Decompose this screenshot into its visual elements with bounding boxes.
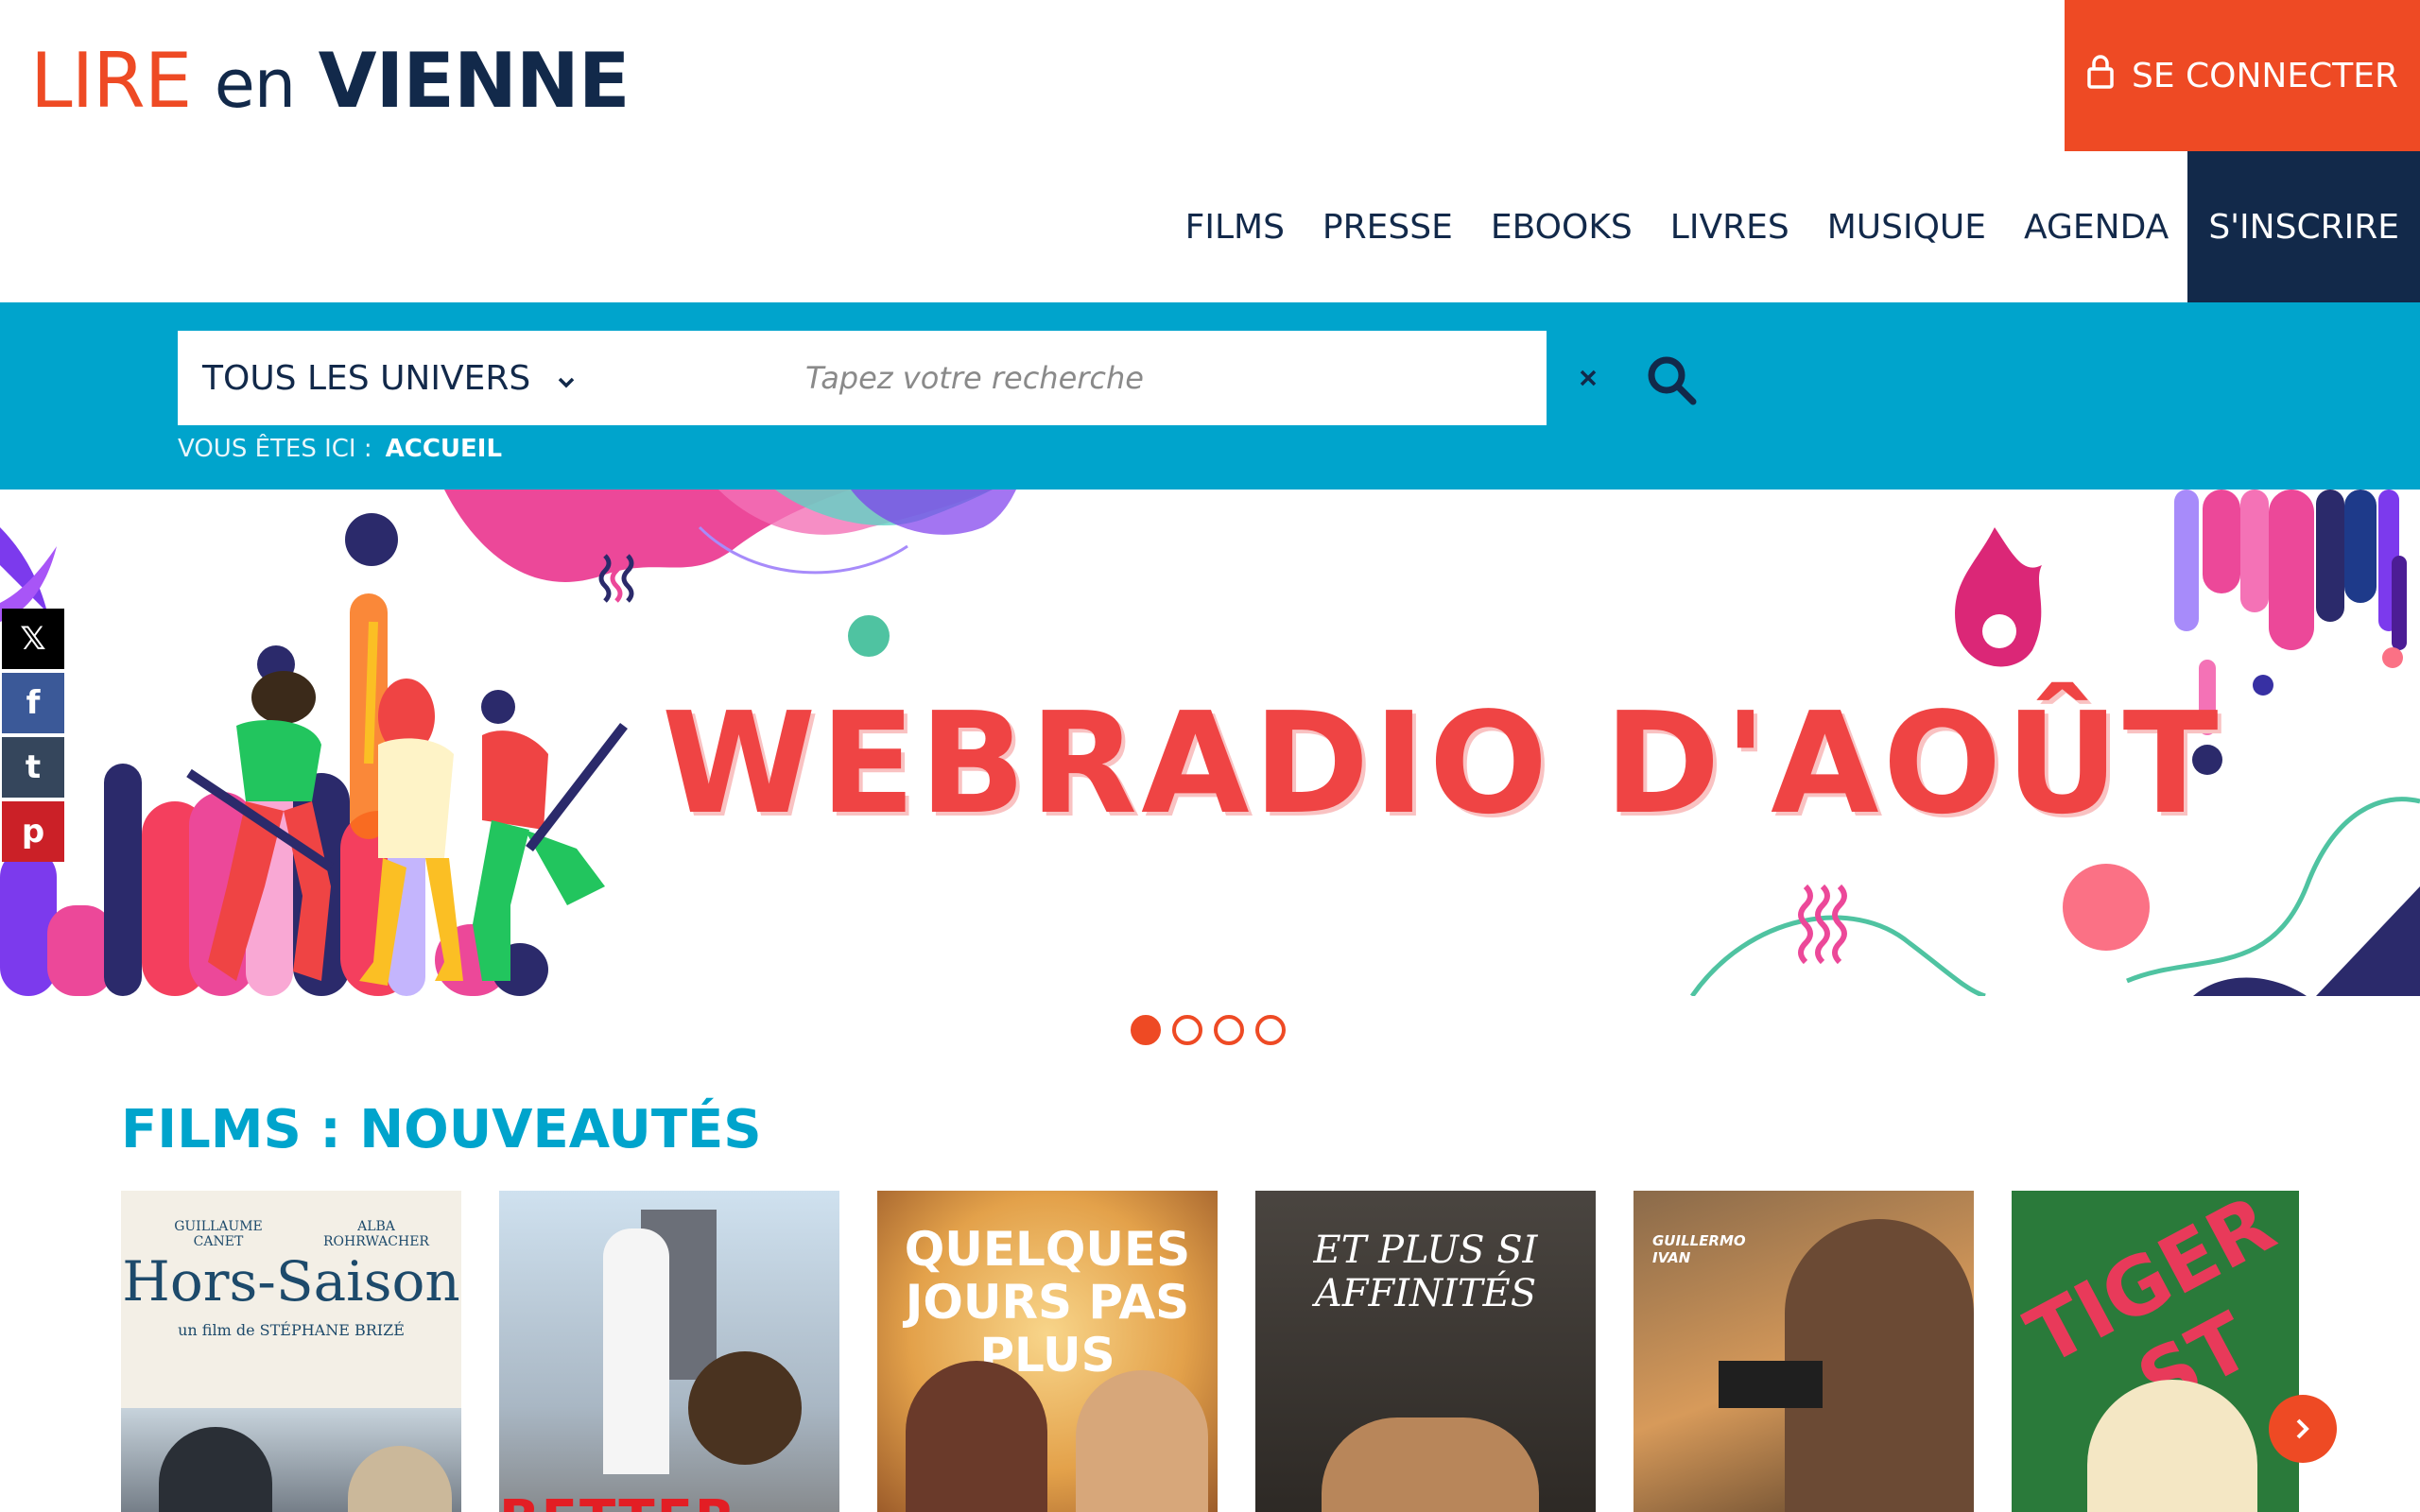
poster-top-left: GUILLAUME CANET (174, 1219, 263, 1249)
breadcrumb: VOUS ÊTES ICI : ACCUEIL (178, 435, 502, 463)
signup-button[interactable]: S'INSCRIRE (2187, 151, 2420, 302)
banner-title: WEBRADIO D'AOÛT (662, 682, 2222, 845)
poster-dog (688, 1351, 802, 1465)
carousel-dots (1131, 1015, 1286, 1045)
poster-person-left (906, 1361, 1047, 1512)
poster-credit: un film de STÉPHANE BRIZÉ (178, 1321, 405, 1339)
poster-gun (1719, 1361, 1823, 1408)
pinterest-icon: p (21, 813, 45, 850)
x-logo-icon: 𝕏 (20, 620, 46, 658)
film-poster-6[interactable]: TIGER ST (2012, 1191, 2299, 1512)
poster-top-left: GUILLERMO IVAN (1652, 1232, 1746, 1266)
share-pinterest-button[interactable]: p (2, 801, 64, 862)
close-icon (1580, 369, 1597, 387)
logo-vienne: VIENNE (318, 37, 631, 125)
nav-item-presse[interactable]: PRESSE (1304, 151, 1472, 302)
poster-title: ET PLUS SI AFFINITÉS (1313, 1228, 1538, 1315)
nav-item-ebooks[interactable]: EBOOKS (1472, 151, 1651, 302)
film-poster-2[interactable]: BETTER (499, 1191, 839, 1512)
film-poster-1[interactable]: GUILLAUME CANET ALBA ROHRWACHER Hors-Sai… (121, 1191, 461, 1512)
nav-item-musique[interactable]: MUSIQUE (1808, 151, 2005, 302)
logo-lire: LIRE (30, 37, 192, 125)
search-box: TOUS LES UNIVERS (178, 331, 1697, 425)
poster-top-right: ALBA ROHRWACHER (323, 1219, 429, 1249)
film-poster-3[interactable]: QUELQUES JOURS PAS PLUS (877, 1191, 1218, 1512)
universe-select-value: TOUS LES UNIVERS (202, 358, 531, 398)
clear-search-button[interactable] (1567, 357, 1609, 399)
tumblr-icon: t (25, 748, 42, 786)
breadcrumb-current[interactable]: ACCUEIL (386, 435, 502, 463)
share-tumblr-button[interactable]: t (2, 737, 64, 798)
main-nav: FILMS PRESSE EBOOKS LIVRES MUSIQUE AGEND… (1167, 151, 2420, 302)
share-facebook-button[interactable]: f (2, 673, 64, 733)
films-carousel: GUILLAUME CANET ALBA ROHRWACHER Hors-Sai… (121, 1191, 2299, 1512)
login-label: SE CONNECTER (2131, 56, 2398, 95)
chevron-down-icon (557, 359, 576, 398)
nav-item-films[interactable]: FILMS (1167, 151, 1304, 302)
poster-person (603, 1228, 669, 1474)
site-logo[interactable]: LIRE en VIENNE (30, 34, 630, 131)
poster-bottom-text: BETTER (499, 1489, 735, 1512)
poster-title: Hors-Saison (122, 1249, 460, 1314)
hero-banner[interactable]: WEBRADIO D'AOÛT (0, 490, 2420, 996)
chevron-right-icon (2296, 1418, 2309, 1439)
poster-person-right (1076, 1370, 1208, 1512)
film-poster-5[interactable]: GUILLERMO IVAN (1634, 1191, 1974, 1512)
carousel-dot-3[interactable] (1214, 1015, 1244, 1045)
search-input[interactable] (594, 331, 1547, 425)
films-section-title: FILMS : NOUVEAUTÉS (121, 1099, 762, 1160)
carousel-next-button[interactable] (2269, 1395, 2337, 1463)
lock-icon (2086, 54, 2115, 98)
nav-item-livres[interactable]: LIVRES (1651, 151, 1808, 302)
carousel-dot-1[interactable] (1131, 1015, 1161, 1045)
nav-item-agenda[interactable]: AGENDA (2005, 151, 2187, 302)
carousel-dot-4[interactable] (1255, 1015, 1286, 1045)
poster-group (1322, 1418, 1539, 1512)
facebook-icon: f (26, 684, 41, 722)
logo-en: en (214, 45, 296, 123)
site-header: LIRE en VIENNE SE CONNECTER FILMS PRESSE… (0, 0, 2420, 302)
share-x-button[interactable]: 𝕏 (2, 609, 64, 669)
search-button[interactable] (1641, 350, 1702, 410)
carousel-dot-2[interactable] (1172, 1015, 1202, 1045)
login-button[interactable]: SE CONNECTER (2065, 0, 2420, 151)
film-poster-4[interactable]: ET PLUS SI AFFINITÉS (1255, 1191, 1596, 1512)
poster-title: QUELQUES JOURS PAS PLUS (904, 1222, 1191, 1383)
breadcrumb-prefix: VOUS ÊTES ICI : (178, 435, 372, 463)
social-share-bar: 𝕏 f t p (2, 609, 64, 866)
search-band: TOUS LES UNIVERS VOUS ÊTES ICI : ACCUEIL (0, 302, 2420, 490)
universe-select[interactable]: TOUS LES UNIVERS (178, 331, 594, 425)
search-icon (1648, 356, 1697, 405)
